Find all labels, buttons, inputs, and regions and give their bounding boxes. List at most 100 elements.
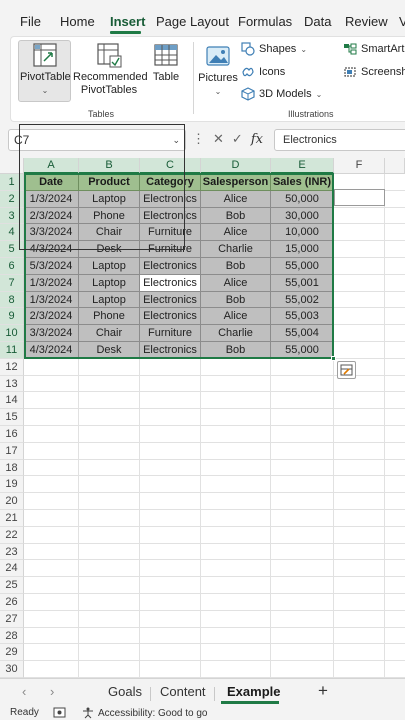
- table-cell[interactable]: Charlie: [201, 241, 271, 258]
- table-cell[interactable]: Bob: [201, 342, 271, 359]
- more-icon[interactable]: ⋮: [192, 131, 205, 147]
- row-header-28[interactable]: 28: [0, 627, 24, 645]
- table-cell[interactable]: Bob: [201, 291, 271, 309]
- row-header-8[interactable]: 8: [0, 291, 24, 309]
- table-cell[interactable]: 10,000: [271, 224, 334, 242]
- column-header-c[interactable]: C: [140, 158, 201, 174]
- row-header-1[interactable]: 1: [0, 174, 24, 191]
- table-cell[interactable]: Electronics: [140, 308, 201, 326]
- table-cell[interactable]: Desk: [79, 241, 140, 258]
- icons-button[interactable]: Icons: [241, 65, 285, 79]
- table-cell[interactable]: Alice: [201, 224, 271, 242]
- previous-sheet-icon[interactable]: ‹: [22, 684, 26, 699]
- row-header-27[interactable]: 27: [0, 610, 24, 628]
- sheet-tab-example[interactable]: Example: [227, 684, 280, 699]
- table-header-cell[interactable]: Date: [24, 174, 79, 191]
- empty-cell-box[interactable]: [334, 189, 385, 206]
- table-cell[interactable]: Electronics: [140, 258, 201, 275]
- row-header-19[interactable]: 19: [0, 476, 24, 494]
- row-header-18[interactable]: 18: [0, 459, 24, 477]
- row-header-9[interactable]: 9: [0, 308, 24, 326]
- formula-input[interactable]: Electronics: [274, 129, 405, 151]
- table-cell[interactable]: Laptop: [79, 291, 140, 309]
- table-cell[interactable]: Alice: [201, 308, 271, 326]
- table-cell[interactable]: 50,000: [271, 190, 334, 208]
- table-button[interactable]: Table: [148, 42, 184, 84]
- shapes-button[interactable]: Shapes ⌄: [241, 42, 307, 56]
- tab-home[interactable]: Home: [60, 14, 95, 29]
- worksheet-grid[interactable]: ABCDEF 1 2 3 4 5 6 7 8 9 10 11 12 13 14 15 16 17 18 19 20 21…: [0, 124, 405, 678]
- row-header-26[interactable]: 26: [0, 594, 24, 611]
- row-header-14[interactable]: 14: [0, 392, 24, 410]
- table-header-cell[interactable]: Product: [79, 174, 140, 191]
- table-cell[interactable]: 3/3/2024: [24, 224, 79, 242]
- pictures-button[interactable]: Pictures ⌄: [198, 44, 238, 98]
- table-cell[interactable]: 2/3/2024: [24, 207, 79, 225]
- row-header-29[interactable]: 29: [0, 644, 24, 662]
- table-cell[interactable]: Furniture: [140, 224, 201, 242]
- table-cell[interactable]: 55,003: [271, 308, 334, 326]
- table-cell[interactable]: Alice: [201, 274, 271, 292]
- table-cell[interactable]: 4/3/2024: [24, 342, 79, 359]
- table-cell[interactable]: Laptop: [79, 190, 140, 208]
- table-cell[interactable]: 55,000: [271, 342, 334, 359]
- column-header-b[interactable]: B: [79, 158, 140, 174]
- cancel-icon[interactable]: ✕: [213, 131, 224, 147]
- table-header-cell[interactable]: Category: [140, 174, 201, 191]
- active-cell[interactable]: Electronics: [140, 274, 201, 292]
- enter-icon[interactable]: ✓: [232, 131, 243, 147]
- table-cell[interactable]: Bob: [201, 207, 271, 225]
- row-header-6[interactable]: 6: [0, 258, 24, 275]
- table-cell[interactable]: Laptop: [79, 258, 140, 275]
- table-cell[interactable]: Chair: [79, 224, 140, 242]
- table-cell[interactable]: Phone: [79, 207, 140, 225]
- chevron-down-icon[interactable]: ⌄: [172, 130, 180, 150]
- tab-data[interactable]: Data: [304, 14, 331, 29]
- row-header-7[interactable]: 7: [0, 274, 24, 292]
- tab-review[interactable]: Review: [345, 14, 388, 29]
- next-sheet-icon[interactable]: ›: [50, 684, 54, 699]
- chevron-down-icon[interactable]: ⌄: [215, 87, 222, 96]
- row-header-13[interactable]: 13: [0, 375, 24, 393]
- row-header-25[interactable]: 25: [0, 577, 24, 594]
- table-header-cell[interactable]: Sales (INR): [271, 174, 334, 191]
- table-cell[interactable]: 5/3/2024: [24, 258, 79, 275]
- fill-handle[interactable]: [331, 356, 336, 361]
- row-header-24[interactable]: 24: [0, 560, 24, 578]
- quick-analysis-button[interactable]: [337, 361, 356, 379]
- table-cell[interactable]: 15,000: [271, 241, 334, 258]
- row-header-30[interactable]: 30: [0, 661, 24, 678]
- table-cell[interactable]: 1/3/2024: [24, 190, 79, 208]
- 3d-models-button[interactable]: 3D Models ⌄: [241, 87, 322, 101]
- table-cell[interactable]: Desk: [79, 342, 140, 359]
- table-cell[interactable]: 55,002: [271, 291, 334, 309]
- row-header-21[interactable]: 21: [0, 510, 24, 527]
- row-header-4[interactable]: 4: [0, 224, 24, 242]
- smartart-button[interactable]: SmartArt: [343, 42, 404, 56]
- table-cell[interactable]: 4/3/2024: [24, 241, 79, 258]
- table-cell[interactable]: Chair: [79, 325, 140, 342]
- table-cell[interactable]: Laptop: [79, 274, 140, 292]
- table-cell[interactable]: Charlie: [201, 325, 271, 342]
- column-header-e[interactable]: E: [271, 158, 334, 174]
- name-box[interactable]: C7 ⌄: [8, 129, 186, 151]
- fx-icon[interactable]: fx: [251, 132, 263, 147]
- tab-file[interactable]: File: [20, 14, 41, 29]
- row-header-20[interactable]: 20: [0, 493, 24, 510]
- table-cell[interactable]: Electronics: [140, 342, 201, 359]
- table-cell[interactable]: Electronics: [140, 207, 201, 225]
- tab-view[interactable]: V: [399, 14, 405, 29]
- recommended-pivottables-button[interactable]: Recommended PivotTables: [73, 42, 148, 97]
- table-cell[interactable]: Electronics: [140, 291, 201, 309]
- row-header-15[interactable]: 15: [0, 409, 24, 426]
- table-cell[interactable]: Alice: [201, 190, 271, 208]
- table-cell[interactable]: Bob: [201, 258, 271, 275]
- table-cell[interactable]: 55,001: [271, 274, 334, 292]
- sheet-tab-goals[interactable]: Goals: [108, 684, 142, 699]
- pivottable-control[interactable]: PivotTable ⌄: [20, 42, 71, 97]
- table-cell[interactable]: Phone: [79, 308, 140, 326]
- table-cell[interactable]: 30,000: [271, 207, 334, 225]
- add-sheet-icon[interactable]: +: [318, 681, 328, 701]
- table-cell[interactable]: Furniture: [140, 325, 201, 342]
- column-header-f[interactable]: F: [334, 158, 385, 174]
